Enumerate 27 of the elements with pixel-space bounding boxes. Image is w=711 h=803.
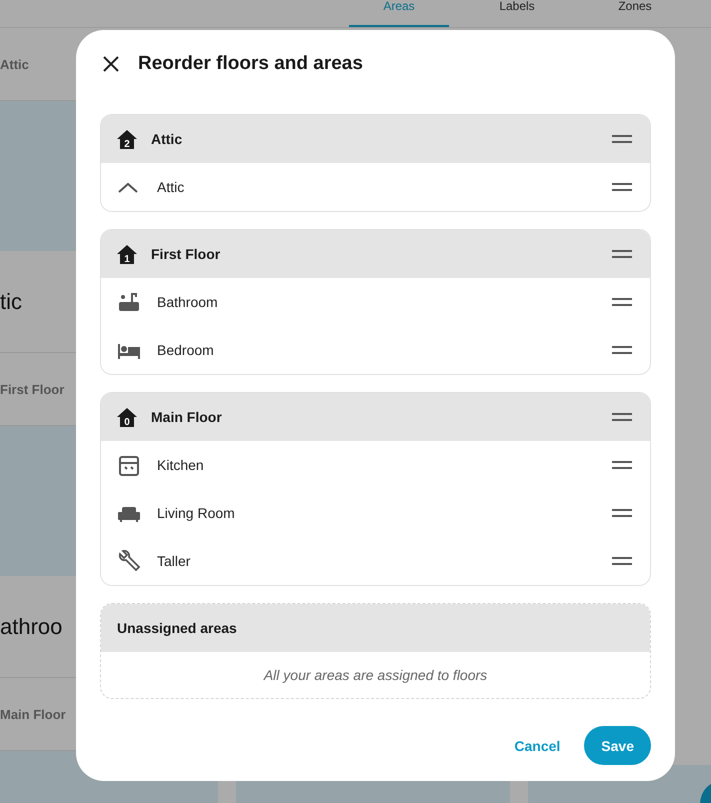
house-icon: 2 [117,130,137,148]
drag-handle-icon[interactable] [612,250,632,258]
drag-handle-icon[interactable] [612,183,632,191]
wrench-icon [117,550,141,572]
drag-handle-icon[interactable] [612,135,632,143]
drag-handle-icon[interactable] [612,509,632,517]
empty-message: All your areas are assigned to floors [262,666,488,685]
area-name: Kitchen [157,457,205,473]
house-icon: 0 [117,408,137,426]
drag-handle-icon[interactable] [612,413,632,421]
floor-header[interactable]: 1 First Floor [101,230,650,278]
drag-handle-icon[interactable] [612,346,632,354]
area-name: Living Room [157,505,236,521]
drag-handle-icon[interactable] [612,298,632,306]
floor-name: Attic [151,131,184,147]
drag-handle-icon[interactable] [612,557,632,565]
stove-icon [117,454,141,476]
floor-header[interactable]: 0 Main Floor [101,393,650,441]
bathtub-icon [117,291,141,313]
floor-header[interactable]: 2 Attic [101,115,650,163]
drag-handle-icon[interactable] [612,461,632,469]
tab[interactable]: Labels [467,0,567,27]
area-name: Bathroom [157,294,219,310]
area-name: Attic [157,179,186,195]
house-icon: 1 [117,244,137,264]
tab[interactable]: Zones [585,0,685,27]
area-name: Taller [157,553,192,569]
